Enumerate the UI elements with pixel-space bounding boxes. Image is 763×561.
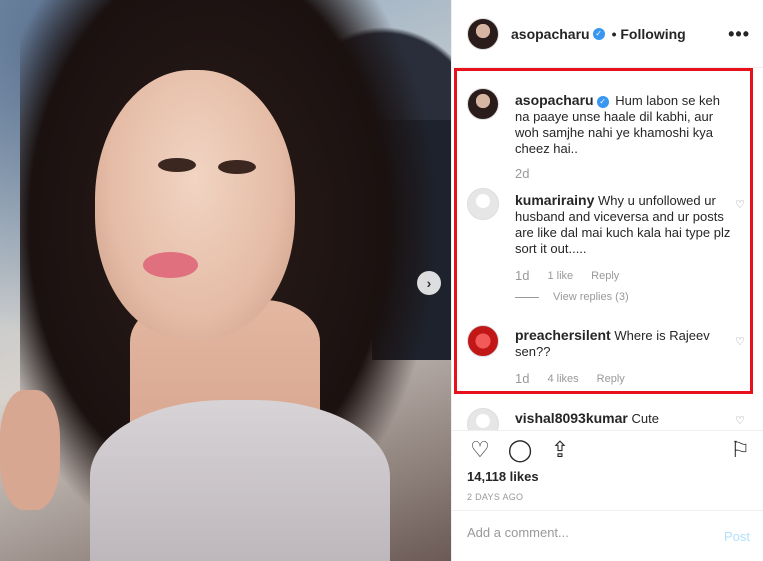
comment-likes[interactable]: 1 like <box>547 270 573 282</box>
comment-body: vishal8093kumar Cute <box>515 410 737 427</box>
post-side-panel: asopacharu ✓ • Following ••• asopacharu ✓… <box>451 0 763 561</box>
photo-lips <box>143 252 198 278</box>
more-options-icon[interactable]: ••• <box>728 24 750 45</box>
comment-meta: 1d 4 likes Reply <box>515 371 625 386</box>
share-icon[interactable]: ⇪ <box>547 437 573 463</box>
post-comment-button[interactable]: Post <box>724 529 750 544</box>
comment-body: kumarirainy Why u unfollowed ur husband … <box>515 192 737 257</box>
comment-like-heart-icon[interactable]: ♡ <box>735 414 745 427</box>
comment-like-heart-icon[interactable]: ♡ <box>735 335 745 348</box>
post-photo[interactable]: › <box>0 0 451 561</box>
verified-badge-icon: ✓ <box>592 27 605 40</box>
photo-hand <box>0 390 60 510</box>
comment-meta: 1d 1 like Reply <box>515 268 619 283</box>
post-timestamp[interactable]: 2 DAYS AGO <box>467 492 523 502</box>
comments-list[interactable]: asopacharu ✓ Hum labon se keh na paaye un… <box>452 68 763 430</box>
avatar[interactable] <box>467 17 499 50</box>
comment-username[interactable]: kumarirainy <box>515 192 594 208</box>
comment-body: asopacharu ✓ Hum labon se keh na paaye un… <box>515 92 737 157</box>
post-header: asopacharu ✓ • Following ••• <box>452 0 763 68</box>
reply-button[interactable]: Reply <box>597 373 625 385</box>
replies-divider <box>515 296 539 298</box>
photo-eye-right <box>218 160 256 174</box>
comment-like-heart-icon[interactable]: ♡ <box>735 198 745 211</box>
avatar[interactable] <box>467 325 499 357</box>
post-actions: ♡ ◯ ⇪ ⚐ 14,118 likes 2 DAYS AGO <box>452 430 763 520</box>
comment-username[interactable]: asopacharu <box>515 92 594 108</box>
comment-time[interactable]: 1d <box>515 371 529 386</box>
comment-username[interactable]: vishal8093kumar <box>515 410 628 426</box>
photo-eye-left <box>158 158 196 172</box>
next-photo-button[interactable]: › <box>417 271 441 295</box>
following-button[interactable]: • Following <box>612 26 686 42</box>
like-heart-icon[interactable]: ♡ <box>467 437 493 463</box>
avatar[interactable] <box>467 408 499 430</box>
comment-time[interactable]: 2d <box>515 166 529 181</box>
comment-meta: 2d <box>515 166 529 181</box>
comment-likes[interactable]: 4 likes <box>547 373 578 385</box>
avatar[interactable] <box>467 88 499 120</box>
comment-body: preachersilent Where is Rajeev sen?? <box>515 327 737 360</box>
bookmark-icon[interactable]: ⚐ <box>730 437 750 463</box>
photo-face <box>95 70 295 340</box>
likes-count[interactable]: 14,118 likes <box>467 469 539 484</box>
comment-text: Cute <box>631 411 659 426</box>
avatar[interactable] <box>467 188 499 220</box>
comment-bubble-icon[interactable]: ◯ <box>507 437 533 463</box>
photo-top <box>90 400 390 561</box>
comment-time[interactable]: 1d <box>515 268 529 283</box>
author-username[interactable]: asopacharu <box>511 26 590 42</box>
view-replies-button[interactable]: View replies (3) <box>515 291 629 303</box>
verified-badge-icon: ✓ <box>596 95 609 108</box>
comment-composer: Post <box>452 510 763 561</box>
view-replies-label: View replies (3) <box>553 291 629 303</box>
comment-input[interactable] <box>467 525 707 540</box>
reply-button[interactable]: Reply <box>591 270 619 282</box>
chevron-right-icon: › <box>426 275 432 291</box>
comment-username[interactable]: preachersilent <box>515 327 611 343</box>
action-icons: ♡ ◯ ⇪ <box>467 437 573 463</box>
